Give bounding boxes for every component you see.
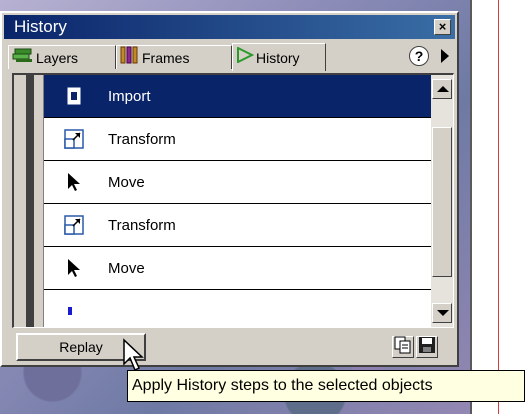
scroll-down-button[interactable] <box>432 303 452 323</box>
save-command-button[interactable] <box>416 336 438 358</box>
history-list: Import Transform Move Transform Move <box>12 73 454 328</box>
history-step[interactable]: Transform <box>44 204 431 247</box>
scroll-up-button[interactable] <box>432 79 452 99</box>
close-icon: × <box>438 19 447 34</box>
step-icon-partial <box>44 295 104 315</box>
history-step-label: Move <box>108 173 145 191</box>
arrow-cursor-icon <box>44 257 104 279</box>
import-icon <box>44 86 104 106</box>
tab-label: Layers <box>36 49 79 66</box>
frames-icon <box>120 46 140 70</box>
replay-slider-bar[interactable] <box>26 75 34 327</box>
panel-tabs: Layers Frames History ? <box>4 43 455 71</box>
history-step-partial <box>44 290 431 320</box>
arrow-up-icon <box>437 86 449 92</box>
scrollbar-thumb[interactable] <box>432 127 452 277</box>
save-command-icon <box>418 336 436 359</box>
transform-icon <box>44 214 104 236</box>
tab-label: History <box>256 49 300 66</box>
history-play-icon <box>236 45 255 69</box>
arrow-down-icon <box>437 310 449 316</box>
history-step[interactable]: Move <box>44 161 431 204</box>
copy-steps-button[interactable] <box>392 336 414 358</box>
history-step[interactable]: Transform <box>44 118 431 161</box>
replay-slider-track[interactable] <box>14 75 44 327</box>
canvas-guide-line <box>498 0 499 414</box>
history-step[interactable]: Import <box>44 75 431 118</box>
history-panel: History × Layers Frames History ? Import… <box>0 11 459 367</box>
history-step-label: Transform <box>108 130 176 148</box>
help-icon[interactable]: ? <box>409 46 429 66</box>
panel-title-bar[interactable]: History × <box>4 15 455 39</box>
history-step-label: Import <box>108 87 151 105</box>
tooltip: Apply History steps to the selected obje… <box>127 370 525 402</box>
close-button[interactable]: × <box>434 19 451 35</box>
tab-history[interactable]: History <box>232 43 326 71</box>
transform-icon <box>44 128 104 150</box>
history-steps: Import Transform Move Transform Move <box>44 75 431 327</box>
copy-steps-icon <box>394 336 412 359</box>
tab-label: Frames <box>142 49 190 66</box>
panel-menu-arrow-icon[interactable] <box>441 49 449 63</box>
panel-title: History <box>14 17 67 36</box>
history-step-label: Transform <box>108 216 176 234</box>
arrow-cursor-icon <box>44 171 104 193</box>
tab-layers[interactable]: Layers <box>8 45 116 69</box>
vertical-scrollbar[interactable] <box>431 75 453 327</box>
layers-icon <box>12 47 34 69</box>
history-step-label: Move <box>108 259 145 277</box>
history-step[interactable]: Move <box>44 247 431 290</box>
tab-frames[interactable]: Frames <box>116 45 232 69</box>
